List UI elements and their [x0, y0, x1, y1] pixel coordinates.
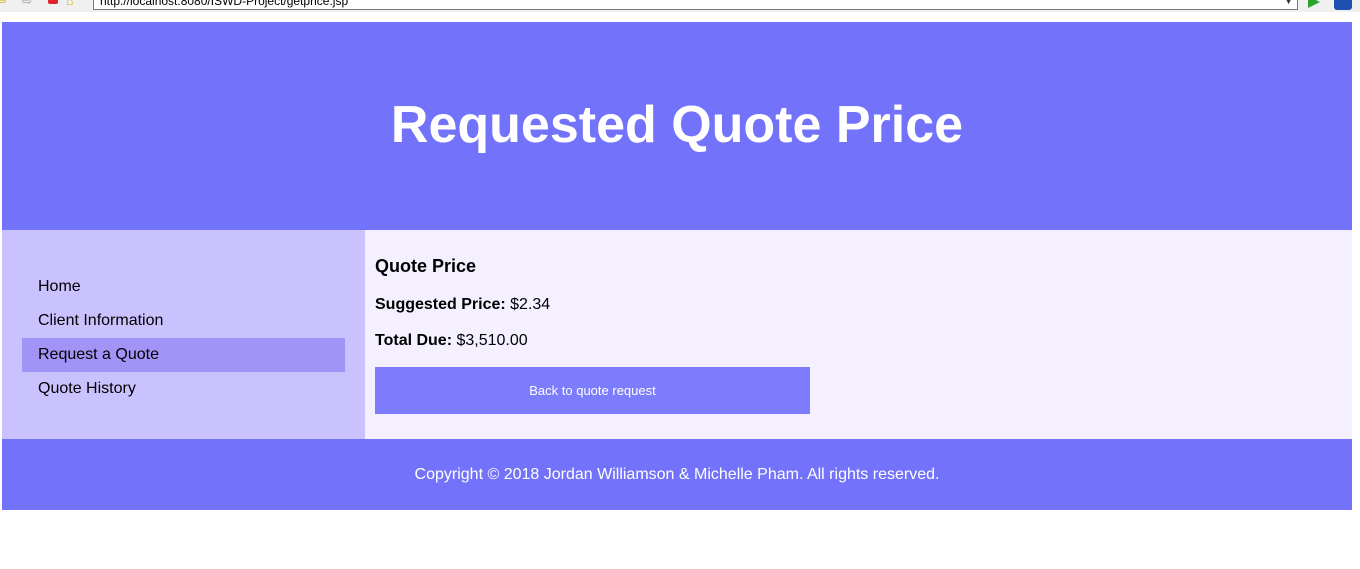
section-heading: Quote Price — [375, 256, 477, 276]
content-area: Home Client Information Request a Quote … — [2, 230, 1352, 439]
total-due-row: Total Due: $3,510.00 — [375, 332, 1352, 350]
total-due-value: $3,510.00 — [452, 332, 528, 349]
main-content: Quote Price Suggested Price: $2.34 Total… — [365, 230, 1352, 439]
page: Requested Quote Price Home Client Inform… — [2, 22, 1352, 510]
sidebar-item-client-information[interactable]: Client Information — [22, 304, 345, 338]
page-footer: Copyright © 2018 Jordan Williamson & Mic… — [2, 439, 1352, 510]
page-title: Requested Quote Price — [390, 96, 964, 154]
total-due-label: Total Due: — [375, 332, 453, 349]
go-icon[interactable] — [1308, 0, 1320, 8]
copyright-text: Copyright © 2018 Jordan Williamson & Mic… — [414, 465, 940, 483]
back-to-quote-request-button[interactable]: Back to quote request — [375, 367, 810, 414]
browser-toolbar: ⇦ ⇨ ⌂ http://localhost:8080/ISWD-Project… — [0, 0, 1360, 12]
chevron-down-icon[interactable]: ▼ — [1284, 0, 1293, 9]
sidebar-item-quote-history[interactable]: Quote History — [22, 372, 345, 406]
page-header: Requested Quote Price — [2, 22, 1352, 230]
suggested-price-label: Suggested Price: — [375, 296, 506, 313]
extension-icon[interactable] — [1334, 0, 1352, 10]
home-icon[interactable]: ⌂ — [66, 0, 78, 7]
sidebar-item-request-a-quote[interactable]: Request a Quote — [22, 338, 345, 372]
sidebar-item-home[interactable]: Home — [22, 270, 345, 304]
suggested-price-value: $2.34 — [505, 296, 551, 313]
forward-arrow-icon[interactable]: ⇨ — [22, 0, 34, 7]
stop-icon[interactable] — [48, 0, 58, 4]
address-url: http://localhost:8080/ISWD-Project/getpr… — [100, 0, 349, 8]
suggested-price-row: Suggested Price: $2.34 — [375, 296, 1352, 314]
address-bar[interactable]: http://localhost:8080/ISWD-Project/getpr… — [93, 0, 1298, 10]
sidebar-nav: Home Client Information Request a Quote … — [2, 230, 365, 439]
back-arrow-icon[interactable]: ⇦ — [0, 0, 8, 7]
